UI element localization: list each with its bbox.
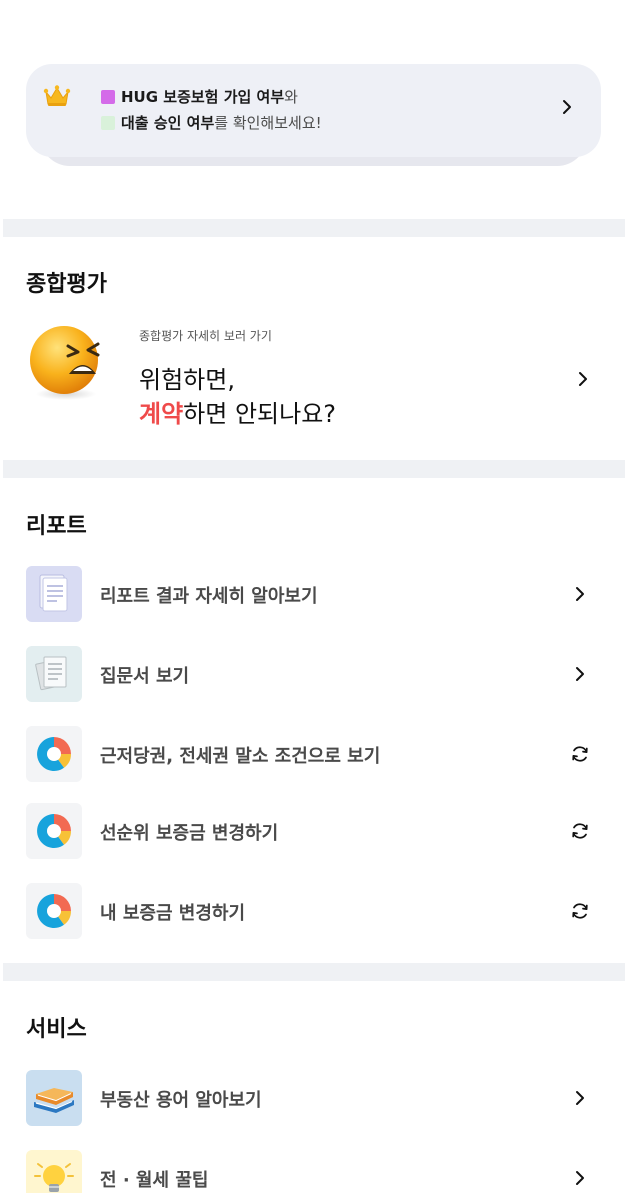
row-label: 근저당권, 전세권 말소 조건으로 보기 [100, 746, 381, 767]
insurance-loan-banner[interactable]: HUG 보증보험 가입 여부 와 대출 승인 여부 를 확인해보세요! [26, 64, 601, 168]
row-label: 리포트 결과 자세히 알아보기 [100, 586, 318, 607]
row-label: 선순위 보증금 변경하기 [100, 823, 279, 844]
banner-loan-label: 대출 승인 여부 [121, 114, 215, 132]
angry-face-icon [30, 326, 100, 400]
pie-chart-icon [26, 803, 82, 859]
real-estate-terms-row[interactable]: 부동산 용어 알아보기 [26, 1070, 596, 1126]
banner-card[interactable]: HUG 보증보험 가입 여부 와 대출 승인 여부 를 확인해보세요! [26, 64, 601, 157]
section-divider [3, 460, 625, 478]
rent-tips-row[interactable]: 전 · 월세 꿀팁 [26, 1150, 596, 1193]
banner-line1-tail: 와 [284, 88, 298, 106]
contract-highlight: 계약 [139, 400, 184, 428]
pie-chart-icon [26, 883, 82, 939]
document-icon [26, 566, 82, 622]
service-title: 서비스 [26, 1017, 87, 1042]
row-label: 내 보증금 변경하기 [100, 903, 246, 924]
house-document-row[interactable]: 집문서 보기 [26, 646, 596, 702]
books-icon [26, 1070, 82, 1126]
my-deposit-row[interactable]: 내 보증금 변경하기 [26, 883, 596, 939]
chevron-right-icon[interactable] [570, 1168, 590, 1188]
chevron-right-icon[interactable] [577, 370, 589, 388]
refresh-icon[interactable] [570, 744, 590, 764]
section-divider [3, 219, 625, 237]
report-detail-row[interactable]: 리포트 결과 자세히 알아보기 [26, 566, 596, 622]
evaluation-title: 종합평가 [26, 272, 107, 297]
lightbulb-icon [26, 1150, 82, 1193]
banner-line2-tail: 를 확인해보세요! [214, 114, 322, 132]
crown-icon [43, 85, 71, 106]
refresh-icon[interactable] [570, 901, 590, 921]
chevron-right-icon[interactable] [570, 1088, 590, 1108]
row-label: 전 · 월세 꿀팁 [100, 1170, 209, 1191]
evaluation-line2-tail: 하면 안되나요? [183, 400, 337, 428]
papers-icon [26, 646, 82, 702]
chevron-right-icon[interactable] [570, 664, 590, 684]
banner-text: HUG 보증보험 가입 여부 와 대출 승인 여부 를 확인해보세요! [101, 84, 322, 136]
refresh-icon[interactable] [570, 821, 590, 841]
mortgage-cancel-row[interactable]: 근저당권, 전세권 말소 조건으로 보기 [26, 726, 596, 782]
evaluation-line1: 위험하면, [139, 366, 235, 394]
senior-deposit-row[interactable]: 선순위 보증금 변경하기 [26, 803, 596, 859]
report-title: 리포트 [26, 514, 87, 539]
evaluation-line2: 계약하면 안되나요? [139, 397, 336, 431]
purple-marker-icon [101, 90, 115, 104]
green-marker-icon [101, 116, 115, 130]
chevron-right-icon[interactable] [561, 98, 573, 116]
pie-chart-icon [26, 726, 82, 782]
evaluation-subtitle[interactable]: 종합평가 자세히 보러 가기 [139, 327, 272, 344]
chevron-right-icon[interactable] [570, 584, 590, 604]
row-label: 집문서 보기 [100, 666, 190, 687]
evaluation-question[interactable]: 위험하면, 계약하면 안되나요? [139, 363, 336, 431]
banner-hug-label: HUG 보증보험 가입 여부 [121, 88, 285, 106]
section-divider [3, 963, 625, 981]
row-label: 부동산 용어 알아보기 [100, 1090, 262, 1111]
